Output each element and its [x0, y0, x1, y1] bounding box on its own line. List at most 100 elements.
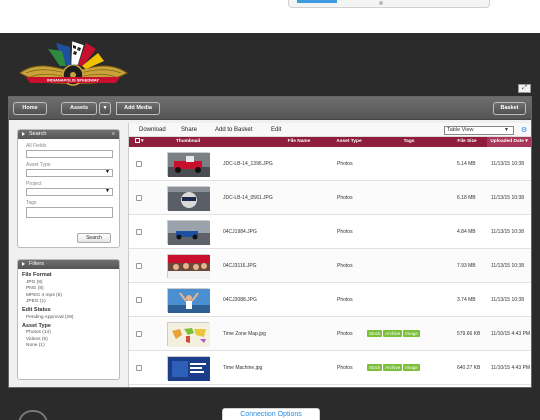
file-name-cell[interactable]: Time Zone Map.jpg: [223, 317, 333, 351]
asset-table-area: Download Share Add to Basket Edit Table …: [128, 123, 531, 387]
file-name-cell[interactable]: Time Machine.jpg: [223, 351, 333, 385]
table-toolbar: Download Share Add to Basket Edit Table …: [129, 123, 531, 137]
search-panel-title: Search: [29, 131, 47, 137]
bottom-logo-icon: [18, 410, 48, 420]
tags-cell: [367, 181, 447, 215]
thumbnail-image[interactable]: [167, 322, 210, 347]
asset-type-select[interactable]: ▼: [26, 169, 113, 177]
filter-group-title: Asset Type: [22, 322, 51, 329]
filter-option[interactable]: Videos (5): [26, 337, 119, 342]
top-dot-icon: [379, 1, 383, 5]
row-checkbox[interactable]: [136, 297, 142, 303]
basket-button[interactable]: Basket: [493, 102, 526, 115]
asset-manager-app: Home Assets ▾ Add Media Basket Search ≡ …: [8, 96, 532, 388]
add-media-button[interactable]: Add Media: [116, 102, 160, 115]
filter-option[interactable]: JPEG (1): [26, 299, 119, 304]
chevron-down-icon: ▼: [504, 127, 509, 133]
tag-badge[interactable]: Stock: [367, 330, 383, 338]
file-size-cell: 640.27 KB: [457, 365, 481, 371]
thumbnail-image[interactable]: [167, 254, 210, 279]
column-uploaded-date[interactable]: Uploaded Date ▾: [487, 137, 531, 147]
asset-type-label: Asset Type: [26, 162, 51, 168]
options-icon[interactable]: ≡: [112, 130, 115, 139]
table-row[interactable]: 04CJ3116.JPG Photos 7.93 MB 11/13/15 10:38 …: [129, 249, 531, 303]
file-size-cell: 7.93 MB: [457, 263, 476, 269]
search-button[interactable]: Search: [77, 233, 111, 243]
file-size-cell: 3.74 MB: [457, 297, 476, 303]
all-fields-input[interactable]: [26, 150, 113, 158]
uploaded-date-cell: 11/10/15 4:43 PM: [491, 365, 531, 371]
table-row[interactable]: JDC-LB-14_0561.JPG Photos 6.18 MB 11/13/15 …: [129, 181, 531, 235]
connection-options-button[interactable]: Connection Options: [222, 408, 320, 420]
column-file-size[interactable]: File Size: [447, 137, 487, 147]
thumbnail-image[interactable]: [167, 220, 210, 245]
settings-icon[interactable]: ⚙: [521, 126, 527, 134]
search-panel-header[interactable]: Search ≡: [18, 130, 119, 139]
top-strip: [0, 0, 540, 33]
project-select[interactable]: ▼: [26, 188, 113, 196]
uploaded-date-cell: 11/13/15 10:38 AM: [491, 195, 524, 235]
thumbnail-image[interactable]: [167, 186, 210, 211]
uploaded-date-cell: 11/13/15 10:38 AM: [491, 161, 524, 201]
table-row[interactable]: JDC-LB-14_1396.JPG Photos 5.14 MB 11/13/15 …: [129, 147, 531, 201]
tags-cell: [367, 215, 447, 249]
table-header: ▾ Thumbnail File Name Asset Type Tags Fi…: [129, 137, 531, 147]
row-checkbox[interactable]: [136, 365, 142, 371]
column-tags[interactable]: Tags: [369, 137, 449, 147]
indianapolis-speedway-logo: INDIANAPOLIS SPEEDWAY: [19, 40, 128, 86]
filter-option[interactable]: MPEG 4 mp4 (5): [26, 293, 119, 298]
tags-label: Tags: [26, 200, 37, 206]
file-name-cell[interactable]: 04CJ1984.JPG: [223, 215, 333, 249]
filter-groups: File Format JPG (8) PNG (8) MPEG 4 mp4 (5) J…: [18, 272, 119, 348]
table-row[interactable]: 04CJ3088.JPG Photos 3.74 MB 11/13/15 10:38 …: [129, 283, 531, 337]
file-name-cell[interactable]: 04CJ3088.JPG: [223, 283, 333, 317]
thumbnail-image[interactable]: [167, 288, 210, 313]
row-checkbox[interactable]: [136, 229, 142, 235]
top-nav: Home Assets ▾ Add Media Basket: [9, 97, 531, 120]
edit-button[interactable]: Edit: [271, 127, 281, 133]
column-asset-type[interactable]: Asset Type: [329, 137, 369, 147]
assets-button[interactable]: Assets: [61, 102, 97, 115]
share-button[interactable]: Share: [181, 127, 197, 133]
row-checkbox[interactable]: [136, 161, 142, 167]
tag-badge[interactable]: Image: [403, 330, 420, 338]
thumbnail-image[interactable]: [167, 356, 210, 381]
add-to-basket-button[interactable]: Add to Basket: [215, 127, 252, 133]
fullscreen-icon[interactable]: ⤢: [518, 84, 531, 93]
thumbnail-image[interactable]: [167, 152, 210, 177]
all-fields-label: All Fields: [26, 143, 47, 149]
assets-dropdown-button[interactable]: ▾: [99, 102, 111, 115]
uploaded-date-label: Uploaded Date: [490, 139, 524, 144]
file-name-cell[interactable]: JDC-LB-14_1396.JPG: [223, 147, 333, 181]
file-name-cell[interactable]: 04CJ3116.JPG: [223, 249, 333, 283]
home-button[interactable]: Home: [13, 102, 47, 115]
tag-badge[interactable]: Image: [403, 364, 420, 372]
tag-badge[interactable]: Archive: [383, 330, 403, 338]
view-select[interactable]: Table View ▼: [444, 126, 514, 135]
filter-option[interactable]: Photos (14): [26, 330, 119, 335]
collapse-icon: [22, 131, 25, 136]
column-thumbnail[interactable]: Thumbnail: [165, 137, 211, 147]
filter-option[interactable]: Pending Approval (28): [26, 315, 119, 320]
uploaded-date-cell: 11/13/15 10:38 AM: [491, 297, 524, 337]
select-all-checkbox[interactable]: ▾: [133, 137, 145, 147]
row-checkbox[interactable]: [136, 331, 142, 337]
chevron-down-icon: ▼: [105, 188, 110, 194]
filter-group-title: File Format: [22, 272, 52, 278]
row-checkbox[interactable]: [136, 195, 142, 201]
filter-option[interactable]: PNG (8): [26, 286, 119, 291]
row-checkbox[interactable]: [136, 263, 142, 269]
table-row[interactable]: Time Zone Map.jpg Photos Stock Archive Image…: [129, 317, 531, 351]
svg-text:INDIANAPOLIS SPEEDWAY: INDIANAPOLIS SPEEDWAY: [47, 78, 99, 83]
file-name-cell[interactable]: JDC-LB-14_0561.JPG: [223, 181, 333, 215]
download-button[interactable]: Download: [139, 127, 166, 133]
filters-panel-header[interactable]: Filters: [18, 260, 119, 269]
filter-option[interactable]: None (1): [26, 343, 119, 348]
tag-badge[interactable]: Archive: [383, 364, 403, 372]
table-row[interactable]: Time Machine.jpg Photos Stock Archive Image 6…: [129, 351, 531, 385]
table-row[interactable]: 04CJ1984.JPG Photos 4.84 MB 11/13/15 10:38 …: [129, 215, 531, 269]
filter-option[interactable]: JPG (8): [26, 280, 119, 285]
tags-input[interactable]: [26, 207, 113, 218]
tags-cell: [367, 249, 447, 283]
tag-badge[interactable]: Stock: [367, 364, 383, 372]
